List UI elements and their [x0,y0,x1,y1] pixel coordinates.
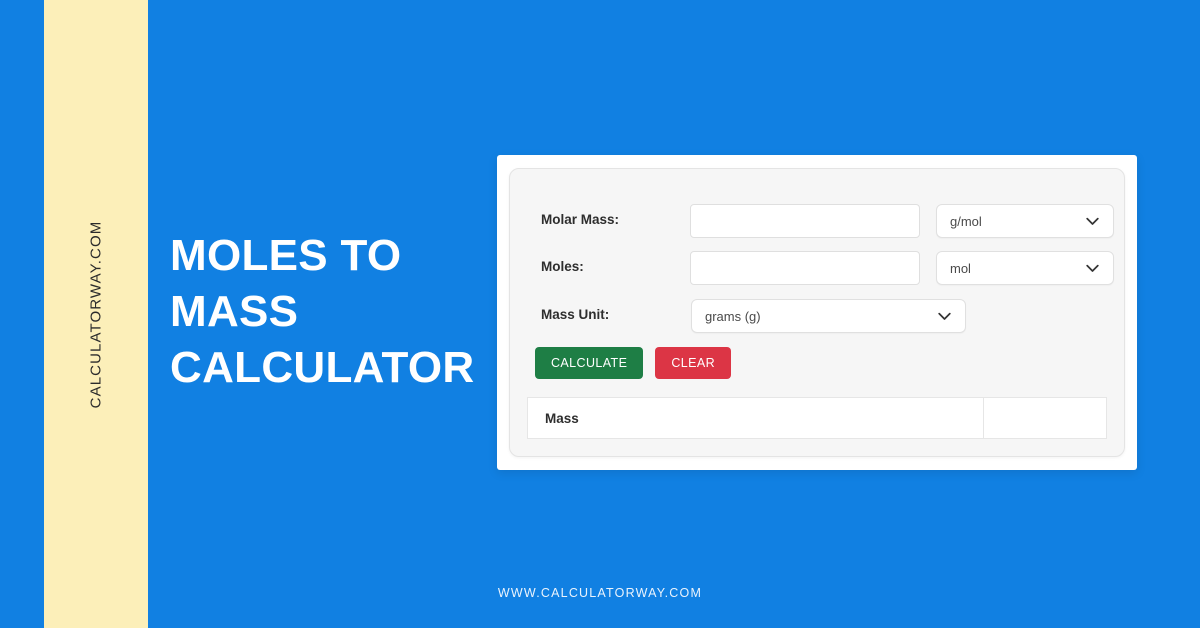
mass-unit-label: Mass Unit: [541,307,610,322]
action-button-row: Calculate Clear [535,347,731,379]
chevron-down-icon [1081,264,1103,273]
result-label: Mass [528,398,984,438]
vertical-brand-text: CALCULATORWAY.COM [44,0,148,628]
footer-url: WWW.CALCULATORWAY.COM [497,586,703,600]
form-row-molar-mass: Molar Mass: g/mol [510,204,1124,238]
moles-label: Moles: [541,259,584,274]
calculator-card: Molar Mass: g/mol Moles: mol Mass Unit: … [509,168,1125,457]
molar-mass-unit-select[interactable]: g/mol [936,204,1114,238]
page-title: MOLES TO MASS CALCULATOR [170,228,500,396]
molar-mass-input[interactable] [690,204,920,238]
clear-button[interactable]: Clear [655,347,731,379]
vertical-brand-label: CALCULATORWAY.COM [87,220,105,408]
result-table: Mass [527,397,1107,439]
chevron-down-icon [1081,217,1103,226]
form-row-mass-unit: Mass Unit: grams (g) [510,299,1124,333]
molar-mass-label: Molar Mass: [541,212,620,227]
moles-input[interactable] [690,251,920,285]
form-row-moles: Moles: mol [510,251,1124,285]
mass-unit-select[interactable]: grams (g) [691,299,966,333]
page-title-line-1: MOLES TO [170,231,402,280]
moles-unit-value: mol [950,260,971,276]
molar-mass-unit-value: g/mol [950,213,982,229]
calculator-card-wrapper: Molar Mass: g/mol Moles: mol Mass Unit: … [497,155,1137,470]
moles-unit-select[interactable]: mol [936,251,1114,285]
poster-canvas: CALCULATORWAY.COM MOLES TO MASS CALCULAT… [0,0,1200,628]
chevron-down-icon [933,312,955,321]
calculate-button[interactable]: Calculate [535,347,644,379]
mass-unit-value: grams (g) [705,308,761,324]
page-title-line-2: MASS [170,287,299,336]
result-value [984,398,1106,438]
page-title-line-3: CALCULATOR [170,343,475,392]
